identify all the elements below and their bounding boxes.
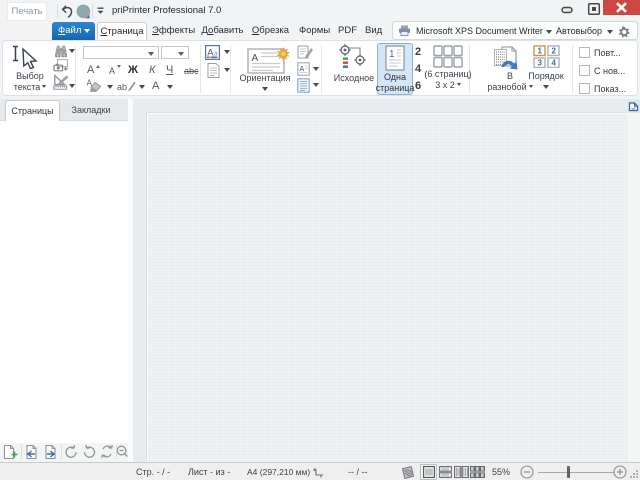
svg-text:a: a [214, 51, 218, 58]
svg-text:A: A [300, 66, 305, 73]
svg-text:1: 1 [538, 47, 543, 56]
svg-text:A: A [252, 53, 259, 64]
svg-text:2: 2 [552, 47, 557, 56]
svg-text:3: 3 [538, 59, 543, 68]
svg-text:1: 1 [389, 49, 395, 60]
svg-text:4: 4 [552, 59, 557, 68]
